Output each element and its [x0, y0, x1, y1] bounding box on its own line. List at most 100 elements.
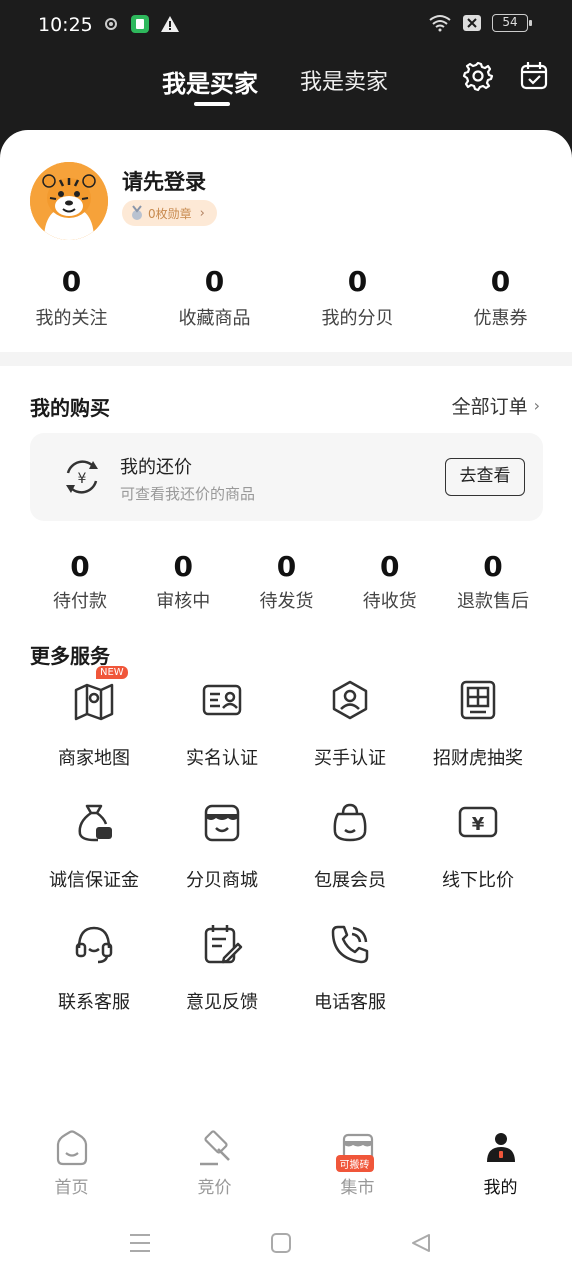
chevron-right-icon: ›	[533, 396, 540, 415]
stat-coupons[interactable]: 0 优惠券	[429, 265, 572, 330]
chevron-right-icon: ›	[199, 205, 205, 221]
order-count: 0	[380, 550, 400, 583]
home-square-icon[interactable]	[270, 1232, 292, 1254]
service-label: 包展会员	[314, 870, 386, 891]
stat-value: 0	[204, 265, 225, 298]
battery-indicator: 54	[492, 14, 532, 32]
nav-profile[interactable]: 我的	[429, 1125, 572, 1210]
stat-following[interactable]: 0 我的关注	[0, 265, 143, 330]
deposit-bag-icon	[78, 804, 112, 842]
lottery-icon	[460, 680, 496, 720]
settings-gear-icon[interactable]	[462, 60, 494, 92]
status-icons-right: 54	[428, 14, 532, 32]
map-icon	[74, 683, 114, 721]
medal-count: 0枚勋章	[148, 206, 192, 221]
stat-label: 优惠券	[473, 308, 528, 329]
bargain-subtitle: 可查看我还价的商品	[120, 485, 256, 503]
avatar[interactable]	[30, 162, 108, 240]
profile-icon	[486, 1133, 515, 1162]
order-pending-payment[interactable]: 0 待付款	[30, 550, 130, 613]
service-membership[interactable]: 包展会员	[286, 800, 414, 922]
main-card: 请先登录 0枚勋章 › 0 我的关注 0 收藏商品 0 我的分贝 0 优惠券 我…	[0, 130, 572, 1280]
service-offline-compare[interactable]: ¥ 线下比价	[414, 800, 542, 922]
location-icon	[105, 18, 117, 30]
service-label: 实名认证	[186, 748, 258, 769]
status-icons-left	[102, 14, 180, 34]
my-bargain-card[interactable]: ¥ 我的还价 可查看我还价的商品 去查看	[30, 433, 543, 521]
calendar-check-icon[interactable]	[518, 60, 550, 92]
medal-icon	[132, 205, 142, 220]
nav-home[interactable]: 首页	[0, 1125, 143, 1210]
yen-card-icon: ¥	[458, 806, 498, 838]
login-prompt[interactable]: 请先登录	[122, 166, 206, 196]
menu-lines-icon[interactable]	[128, 1232, 152, 1254]
sim-off-icon	[463, 15, 481, 31]
service-merchant-map[interactable]: NEW 商家地图	[30, 666, 158, 800]
nav-label: 集市	[340, 1178, 375, 1198]
status-bar: 10:25 54	[0, 0, 572, 52]
service-label: 分贝商城	[186, 870, 258, 891]
nav-market[interactable]: 可搬砖 集市	[286, 1125, 429, 1210]
service-phone-support[interactable]: 电话客服	[286, 922, 414, 1044]
active-tab-indicator	[194, 102, 230, 106]
nav-auction[interactable]: 竞价	[143, 1125, 286, 1210]
service-contact-support[interactable]: 联系客服	[30, 922, 158, 1044]
headset-icon	[75, 926, 113, 964]
status-time: 10:25	[38, 14, 93, 36]
order-refund-aftersales[interactable]: 0 退款售后	[443, 550, 543, 613]
nav-label: 竞价	[197, 1178, 232, 1198]
auction-hammer-icon	[199, 1130, 230, 1166]
service-label: 买手认证	[314, 748, 386, 769]
tab-seller[interactable]: 我是卖家	[300, 64, 388, 96]
service-feedback[interactable]: 意见反馈	[158, 922, 286, 1044]
stat-favorites[interactable]: 0 收藏商品	[143, 265, 286, 330]
service-lottery[interactable]: 招财虎抽奖	[414, 678, 542, 800]
bag-icon	[333, 803, 367, 842]
all-orders-link[interactable]: 全部订单 ›	[452, 392, 540, 419]
order-under-review[interactable]: 0 审核中	[133, 550, 233, 613]
stat-decibels[interactable]: 0 我的分贝	[286, 265, 429, 330]
service-label: 商家地图	[58, 748, 130, 769]
services-grid: NEW 商家地图 实名认证 买手认证 招财虎抽奖 诚信保证金 分贝商城 包展会员…	[30, 666, 543, 1044]
order-stats: 0 待付款 0 审核中 0 待发货 0 待收货 0 退款售后	[30, 550, 543, 613]
buyer-badge-icon	[332, 680, 368, 720]
stat-value: 0	[490, 265, 511, 298]
order-label: 待发货	[259, 591, 314, 612]
new-badge: NEW	[96, 666, 128, 679]
service-buyer-cert[interactable]: 买手认证	[286, 678, 414, 800]
stat-value: 0	[347, 265, 368, 298]
stat-label: 我的分贝	[321, 308, 394, 329]
nav-label: 首页	[54, 1178, 89, 1198]
stat-label: 我的关注	[35, 308, 108, 329]
service-decibel-store[interactable]: 分贝商城	[158, 800, 286, 922]
phone-icon	[331, 925, 369, 964]
all-orders-label: 全部订单	[451, 396, 528, 418]
warning-icon	[161, 16, 179, 32]
order-label: 退款售后	[457, 591, 529, 612]
bottom-nav: 首页 竞价 可搬砖 集市 我的	[0, 1125, 572, 1210]
svg-text:¥: ¥	[472, 814, 485, 835]
service-label: 诚信保证金	[49, 870, 139, 891]
service-label: 电话客服	[314, 992, 386, 1013]
tab-buyer[interactable]: 我是买家	[162, 64, 258, 99]
order-label: 待收货	[362, 591, 417, 612]
stat-label: 收藏商品	[178, 308, 251, 329]
order-count: 0	[483, 550, 503, 583]
app-notification-icon	[131, 15, 149, 33]
order-pending-shipment[interactable]: 0 待发货	[237, 550, 337, 613]
system-nav-bar	[0, 1210, 572, 1280]
account-stats: 0 我的关注 0 收藏商品 0 我的分贝 0 优惠券	[0, 265, 572, 330]
store-icon	[204, 804, 240, 842]
service-label: 线下比价	[442, 870, 514, 891]
service-real-name[interactable]: 实名认证	[158, 678, 286, 800]
more-services-title: 更多服务	[30, 644, 110, 668]
service-deposit[interactable]: 诚信保证金	[30, 800, 158, 922]
back-triangle-icon[interactable]	[410, 1232, 432, 1254]
feedback-icon	[204, 925, 243, 964]
order-pending-receipt[interactable]: 0 待收货	[340, 550, 440, 613]
bargain-title: 我的还价	[120, 457, 192, 478]
medal-badge-pill[interactable]: 0枚勋章 ›	[122, 200, 217, 226]
id-card-icon	[202, 684, 242, 716]
yen-refresh-icon: ¥	[66, 460, 98, 494]
view-bargain-button[interactable]: 去查看	[445, 458, 525, 496]
